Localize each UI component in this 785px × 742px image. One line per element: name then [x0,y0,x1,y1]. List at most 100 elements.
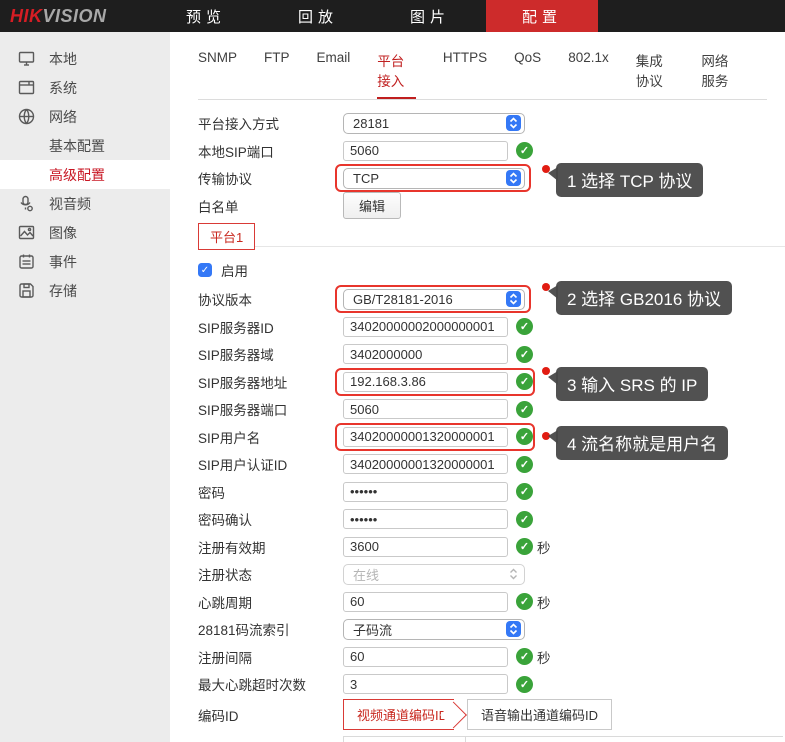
valid-check-icon: ✓ [516,593,533,610]
seconds-unit: 秒 [537,647,551,667]
sip-server-port-input[interactable] [343,399,508,419]
disk-icon [18,282,35,299]
sidebar-item-local[interactable]: 本地 [0,44,170,73]
sip-server-address-input[interactable] [343,372,508,392]
password-confirm-input[interactable] [343,509,508,529]
tab-ftp[interactable]: FTP [264,42,290,99]
mic-icon [18,195,35,212]
sip-username-input[interactable] [343,427,508,447]
field-row-sip-auth-id: SIP用户认证ID ✓ [198,454,785,474]
sip-auth-id-input[interactable] [343,454,508,474]
field-row-max-heartbeat-timeout: 最大心跳超时次数 ✓ [198,674,785,694]
annotation-tooltip-3: 3 输入 SRS 的 IP [556,367,708,401]
field-label: SIP服务器地址 [198,372,343,392]
main-content: SNMP FTP Email 平台接入 HTTPS QoS 802.1x 集成协… [170,32,785,742]
field-label: SIP服务器ID [198,317,343,337]
register-interval-input[interactable] [343,647,508,667]
field-label: 本地SIP端口 [198,141,343,161]
heartbeat-interval-input[interactable] [343,592,508,612]
field-label: 注册状态 [198,564,343,584]
tab-platform-access[interactable]: 平台接入 [377,42,416,99]
sidebar-item-label: 图像 [49,223,77,243]
field-label: 注册间隔 [198,647,343,667]
sip-server-domain-input[interactable] [343,344,508,364]
access-mode-select[interactable]: 28181 [343,113,525,134]
sidebar: 本地 系统 网络 基本配置 高级配置 视音频 [0,32,170,742]
valid-check-icon: ✓ [516,538,533,555]
sidebar-item-label: 网络 [49,107,77,127]
field-row-access-mode: 平台接入方式 28181 [198,113,785,133]
field-row-local-sip-port: 本地SIP端口 ✓ [198,141,785,161]
annotation-tooltip-2: 2 选择 GB2016 协议 [556,281,732,315]
field-row-protocol-version: 协议版本 GB/T28181-2016 2 选择 GB2016 协议 [198,289,785,309]
protocol-version-select[interactable]: GB/T28181-2016 [343,289,525,310]
valid-check-icon: ✓ [516,428,533,445]
stream-index-select[interactable]: 子码流 [343,619,525,640]
sidebar-item-storage[interactable]: 存储 [0,276,170,305]
field-row-whitelist: 白名单 编辑 [198,196,785,216]
select-stepper-icon [506,621,521,637]
max-heartbeat-timeout-input[interactable] [343,674,508,694]
field-label: 白名单 [198,196,343,216]
field-label: 协议版本 [198,289,343,309]
sidebar-item-network[interactable]: 网络 [0,102,170,131]
enable-checkbox[interactable]: ✓ [198,263,212,277]
valid-check-icon: ✓ [516,483,533,500]
tab-email[interactable]: Email [317,42,351,99]
valid-check-icon: ✓ [516,676,533,693]
top-bar: HIKVISION 预览 回放 图片 配置 [0,0,785,32]
sidebar-item-system[interactable]: 系统 [0,73,170,102]
table-header-row: 通道号 视频通道编码ID [344,736,784,742]
platform1-tab[interactable]: 平台1 [198,223,255,250]
field-label: 心跳周期 [198,592,343,612]
tab-video-channel-encode-id[interactable]: 视频通道编码ID [343,699,454,730]
globe-icon [18,108,35,125]
sidebar-item-advanced-config[interactable]: 高级配置 [0,160,170,189]
sidebar-item-label: 基本配置 [49,136,105,156]
valid-check-icon: ✓ [516,648,533,665]
whitelist-edit-button[interactable]: 编辑 [343,192,401,219]
field-label: 平台接入方式 [198,113,343,133]
sidebar-item-image[interactable]: 图像 [0,218,170,247]
field-label: 28181码流索引 [198,619,343,639]
transport-protocol-select[interactable]: TCP [343,168,525,189]
sidebar-item-label: 存储 [49,281,77,301]
register-validity-input[interactable] [343,537,508,557]
annotation-tooltip-1: 1 选择 TCP 协议 [556,163,703,197]
select-value: 28181 [353,116,389,131]
tab-audio-output-encode-id[interactable]: 语音输出通道编码ID [467,699,612,730]
field-label: SIP用户认证ID [198,454,343,474]
col-header-channel-no: 通道号 [344,736,466,742]
sidebar-item-audio-video[interactable]: 视音频 [0,189,170,218]
enable-row: ✓ 启用 [198,262,785,278]
logo-hik: HIK [10,6,43,27]
tab-network-service[interactable]: 网络服务 [701,42,740,99]
nav-preview[interactable]: 预览 [150,0,262,32]
tab-integration-protocol[interactable]: 集成协议 [636,42,675,99]
nav-configuration[interactable]: 配置 [486,0,598,32]
field-row-password: 密码 ✓ [198,482,785,502]
valid-check-icon: ✓ [516,373,533,390]
field-row-sip-server-id: SIP服务器ID ✓ [198,317,785,337]
field-row-register-interval: 注册间隔 ✓ 秒 [198,647,785,667]
valid-check-icon: ✓ [516,346,533,363]
sidebar-item-label: 系统 [49,78,77,98]
nav-picture[interactable]: 图片 [374,0,486,32]
sip-server-id-input[interactable] [343,317,508,337]
sidebar-item-basic-config[interactable]: 基本配置 [0,131,170,160]
valid-check-icon: ✓ [516,456,533,473]
calendar-icon [18,253,35,270]
field-row-sip-server-port: SIP服务器端口 ✓ [198,399,785,419]
field-row-stream-index: 28181码流索引 子码流 [198,619,785,639]
monitor-icon [18,50,35,67]
tab-qos[interactable]: QoS [514,42,541,99]
password-input[interactable] [343,482,508,502]
sidebar-item-event[interactable]: 事件 [0,247,170,276]
tab-https[interactable]: HTTPS [443,42,487,99]
field-label: 注册有效期 [198,537,343,557]
tab-8021x[interactable]: 802.1x [568,42,609,99]
local-sip-port-input[interactable] [343,141,508,161]
sidebar-item-label: 事件 [49,252,77,272]
nav-playback[interactable]: 回放 [262,0,374,32]
tab-snmp[interactable]: SNMP [198,42,237,99]
